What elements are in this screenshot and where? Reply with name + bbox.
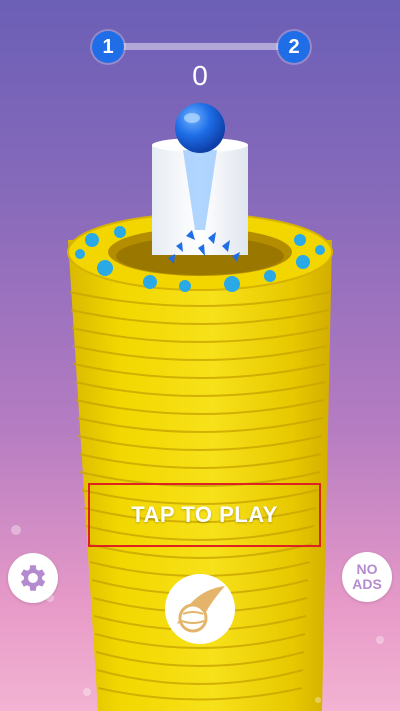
gear-icon	[20, 565, 46, 591]
next-level-badge: 2	[278, 31, 310, 63]
ball-skin-icon	[177, 586, 225, 633]
tap-to-play-prompt[interactable]: TAP TO PLAY	[88, 483, 321, 547]
no-ads-label-line2: ADS	[352, 576, 382, 592]
current-level-badge: 1	[92, 31, 124, 63]
settings-button[interactable]	[8, 553, 58, 603]
level-progress: 1 2	[92, 31, 310, 63]
no-ads-label-line1: NO	[356, 561, 378, 577]
ball-select-button[interactable]	[165, 574, 235, 644]
player-ball	[175, 103, 225, 153]
no-ads-button[interactable]: NO ADS	[342, 552, 392, 602]
score-counter: 0	[192, 60, 208, 91]
progress-track	[110, 43, 292, 50]
